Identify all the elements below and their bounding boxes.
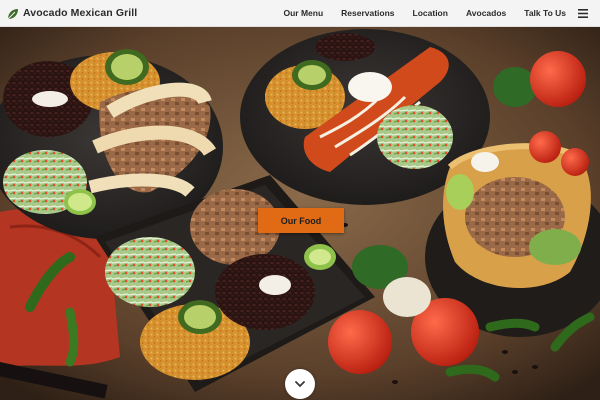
hamburger-menu-icon xyxy=(578,8,588,18)
nav-avocados[interactable]: Avocados xyxy=(466,8,506,18)
brand-link[interactable]: Avocado Mexican Grill xyxy=(7,7,138,20)
chevron-down-icon xyxy=(295,380,305,387)
avocado-leaf-icon xyxy=(7,7,19,20)
nav-talk-to-us[interactable]: Talk To Us xyxy=(524,8,566,18)
scroll-down-button[interactable] xyxy=(285,369,315,399)
nav-location[interactable]: Location xyxy=(413,8,448,18)
nav-our-menu[interactable]: Our Menu xyxy=(283,8,323,18)
hamburger-menu-button[interactable] xyxy=(566,0,600,27)
main-nav: Our Menu Reservations Location Avocados … xyxy=(283,0,566,27)
nav-reservations[interactable]: Reservations xyxy=(341,8,394,18)
top-navbar: Avocado Mexican Grill Our Menu Reservati… xyxy=(0,0,600,27)
brand-name: Avocado Mexican Grill xyxy=(23,7,138,19)
our-food-button[interactable]: Our Food xyxy=(258,208,344,233)
